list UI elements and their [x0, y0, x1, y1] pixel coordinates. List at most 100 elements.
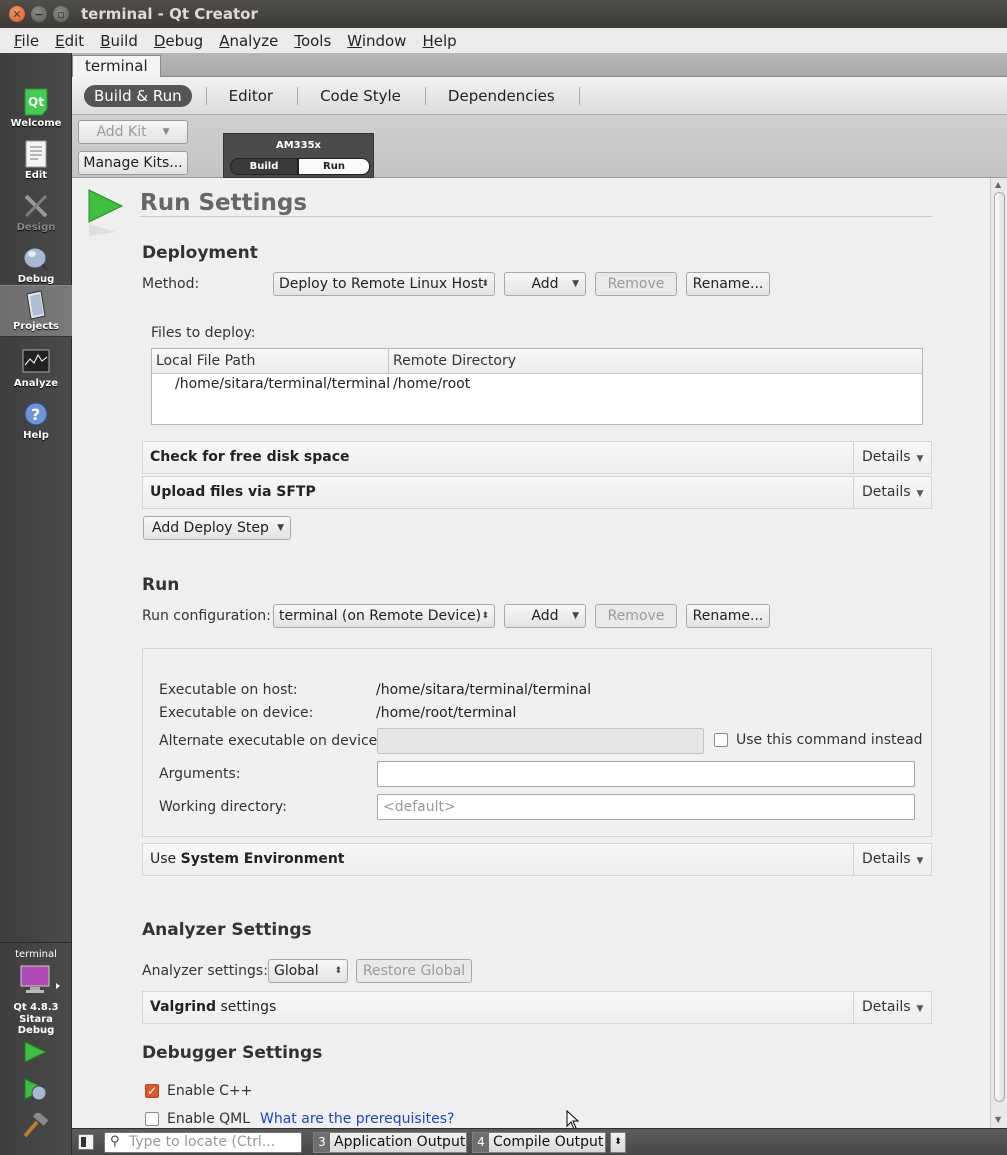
run-heading: Run	[142, 575, 180, 595]
monitor-icon	[22, 348, 50, 376]
kit-name: AM335x	[275, 140, 321, 151]
application-output-tab[interactable]: 3 Application Output	[313, 1132, 467, 1153]
svg-text:Qt: Qt	[28, 95, 44, 109]
kit-run-toggle[interactable]: Run	[298, 158, 370, 175]
build-button[interactable]	[22, 1111, 50, 1143]
prerequisites-link[interactable]: What are the prerequisites?	[260, 1111, 454, 1127]
close-window-icon[interactable]: ✕	[9, 6, 25, 22]
maximize-window-icon[interactable]: ▫	[53, 6, 69, 22]
kit-build-toggle[interactable]: Build	[230, 158, 298, 175]
step-details-button[interactable]: Details ▼	[853, 442, 931, 473]
status-bar: Type to locate (Ctrl... ⚲ 3 Application O…	[72, 1128, 1007, 1155]
more-panes-icon[interactable]: ⬍	[610, 1132, 626, 1153]
title-divider	[140, 216, 932, 217]
table-row[interactable]: /home/sitara/terminal/terminal /home/roo…	[152, 375, 922, 397]
deploy-step-disk-space: Check for free disk space Details ▼	[142, 441, 932, 474]
tab-separator	[578, 86, 580, 105]
add-deploy-step-button[interactable]: Add Deploy Step ▼	[143, 516, 291, 540]
locator-input[interactable]: Type to locate (Ctrl...	[104, 1132, 302, 1153]
col-local-file-path[interactable]: Local File Path	[152, 349, 389, 374]
use-command-checkbox[interactable]	[714, 733, 728, 747]
enable-cpp-checkbox[interactable]: ✓	[145, 1084, 159, 1098]
kit-selector-area: Add Kit ▼ Manage Kits... AM335x Build Run	[72, 115, 1007, 178]
mode-analyze[interactable]: Analyze	[0, 341, 72, 393]
deploy-rename-button[interactable]: Rename...	[686, 272, 770, 296]
menu-window[interactable]: Window	[339, 32, 414, 50]
tab-editor[interactable]: Editor	[219, 85, 283, 107]
project-tab-strip: terminal	[72, 53, 1007, 78]
analyzer-heading: Analyzer Settings	[142, 920, 312, 940]
tab-code-style[interactable]: Code Style	[310, 85, 411, 107]
run-add-button[interactable]: Add ▼	[504, 604, 586, 628]
minimize-window-icon[interactable]: −	[31, 6, 47, 22]
add-kit-button[interactable]: Add Kit ▼	[78, 120, 188, 144]
menu-tools[interactable]: Tools	[286, 32, 339, 50]
env-details-button[interactable]: Details ▼	[853, 844, 931, 875]
alt-exec-input[interactable]	[377, 728, 704, 754]
toggle-sidebar-icon[interactable]	[78, 1134, 94, 1150]
mode-projects[interactable]: Projects	[0, 285, 72, 337]
run-rename-button[interactable]: Rename...	[686, 604, 770, 628]
enable-qml-checkbox[interactable]	[145, 1112, 159, 1126]
step-title: Check for free disk space	[150, 449, 350, 465]
target-qt-version: Qt 4.8.3	[13, 1002, 59, 1013]
start-debugging-button[interactable]	[22, 1077, 50, 1107]
mode-debug[interactable]: Debug	[0, 237, 72, 289]
exec-device-label: Executable on device:	[159, 705, 314, 721]
analyzer-settings-label: Analyzer settings:	[142, 963, 268, 979]
hammer-icon	[23, 1111, 49, 1138]
mode-welcome[interactable]: Qt Welcome	[0, 81, 72, 133]
working-directory-input[interactable]: <default>	[377, 794, 915, 820]
valgrind-settings-row: Valgrind settings Details ▼	[142, 991, 932, 1024]
scroll-down-icon[interactable]: ▼	[995, 1115, 1001, 1124]
step-title: Upload files via SFTP	[150, 484, 316, 500]
target-monitor-icon	[20, 965, 60, 993]
scroll-up-icon[interactable]: ▲	[995, 180, 1001, 189]
menu-help[interactable]: Help	[414, 32, 464, 50]
deploy-add-button[interactable]: Add ▼	[504, 272, 586, 296]
updown-arrows-icon: ⬍	[481, 611, 489, 621]
project-tab-terminal[interactable]: terminal	[72, 55, 161, 78]
exec-host-label: Executable on host:	[159, 682, 298, 698]
arguments-input[interactable]	[377, 761, 915, 787]
valgrind-details-button[interactable]: Details ▼	[853, 992, 931, 1023]
menu-analyze[interactable]: Analyze	[211, 32, 286, 50]
menu-file[interactable]: File	[6, 32, 47, 50]
chevron-down-icon: ▼	[572, 611, 579, 621]
document-icon	[22, 140, 50, 168]
menu-build[interactable]: Build	[92, 32, 146, 50]
scrollbar-thumb[interactable]	[994, 192, 1005, 1102]
analyzer-settings-combo[interactable]: Global ⬍	[268, 959, 348, 983]
table-header: Local File Path Remote Directory	[152, 349, 922, 374]
menu-debug[interactable]: Debug	[146, 32, 211, 50]
page-title: Run Settings	[140, 190, 308, 216]
design-tools-icon	[22, 192, 50, 220]
run-icon	[24, 1041, 48, 1063]
run-remove-button[interactable]: Remove	[595, 604, 677, 628]
chevron-down-icon: ▼	[162, 127, 170, 137]
deploy-method-combo[interactable]: Deploy to Remote Linux Host ⬍	[273, 272, 495, 296]
vertical-scrollbar[interactable]: ▲ ▼	[990, 178, 1007, 1128]
run-button[interactable]	[22, 1040, 48, 1068]
env-title: Use System Environment	[150, 851, 345, 867]
menu-edit[interactable]: Edit	[47, 32, 92, 50]
exec-device-value: /home/root/terminal	[376, 705, 517, 721]
target-selector[interactable]	[20, 965, 60, 999]
compile-output-tab[interactable]: 4 Compile Output	[472, 1132, 606, 1153]
mode-edit[interactable]: Edit	[0, 133, 72, 185]
mode-design[interactable]: Design	[0, 185, 72, 237]
deploy-remove-button[interactable]: Remove	[595, 272, 677, 296]
files-to-deploy-label: Files to deploy:	[151, 325, 256, 341]
tab-build-run[interactable]: Build & Run	[84, 84, 192, 107]
chevron-down-icon: ▼	[916, 856, 924, 866]
step-details-button[interactable]: Details ▼	[853, 477, 931, 508]
restore-global-button[interactable]: Restore Global	[356, 959, 472, 983]
run-settings-panel: Run Settings Deployment Method: Deploy t…	[72, 178, 990, 1128]
col-remote-directory[interactable]: Remote Directory	[389, 349, 922, 374]
run-config-details-panel: Executable on host: /home/sitara/termina…	[142, 648, 932, 837]
bug-icon	[22, 244, 50, 272]
tab-dependencies[interactable]: Dependencies	[438, 85, 565, 107]
manage-kits-button[interactable]: Manage Kits...	[78, 151, 188, 175]
run-configuration-combo[interactable]: terminal (on Remote Device) ⬍	[273, 604, 495, 628]
mode-help[interactable]: ? Help	[0, 393, 72, 445]
